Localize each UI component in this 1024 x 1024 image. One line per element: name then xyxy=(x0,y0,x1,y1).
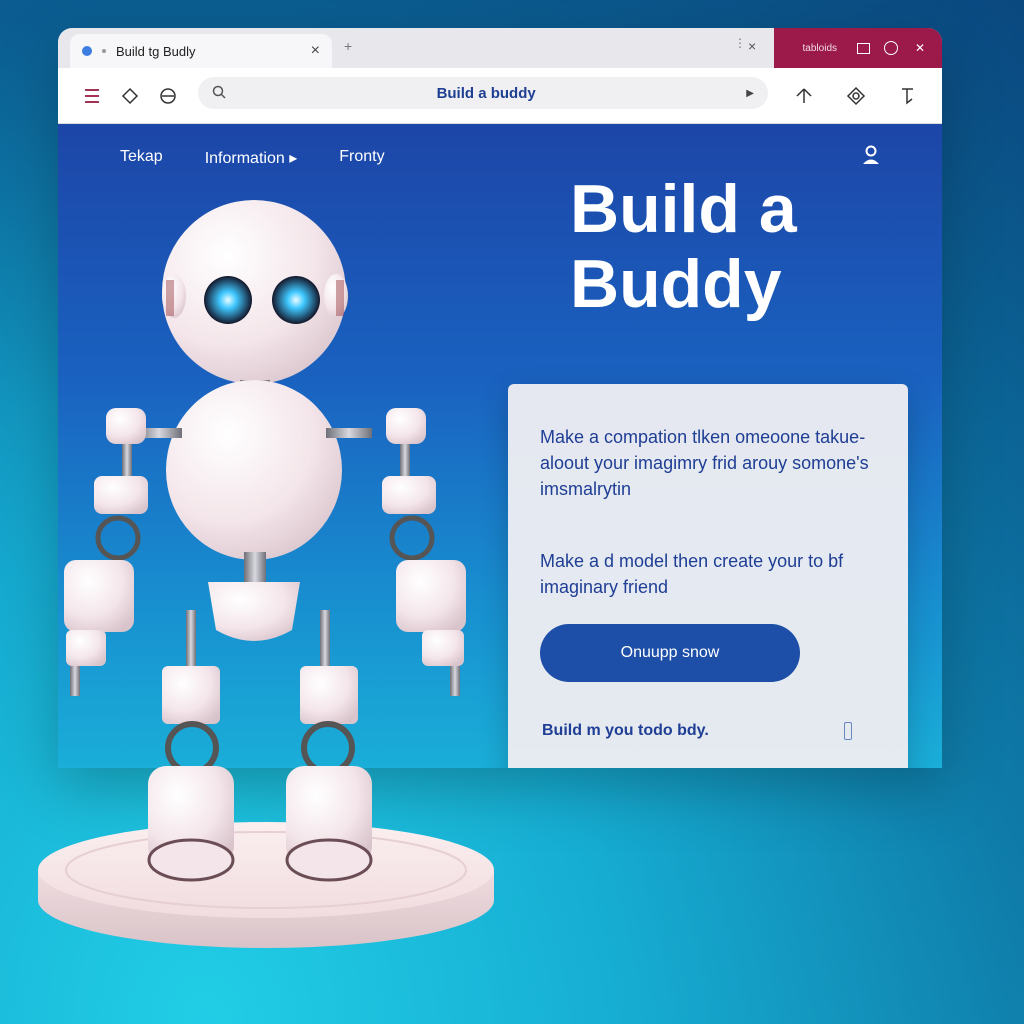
nav-item-information[interactable]: Information ▸ xyxy=(205,148,298,168)
cta-button[interactable]: Onuupp snow xyxy=(540,624,800,682)
search-icon xyxy=(212,85,226,102)
browser-toolbar: Build a buddy ▶ xyxy=(58,68,942,124)
card-footer-text: Build m you todo bdy. xyxy=(542,722,709,739)
clock-button[interactable] xyxy=(884,41,898,55)
tab-indicator-icon xyxy=(102,49,106,53)
window-title: tabloids xyxy=(802,42,837,54)
window-close-button[interactable]: ✕ xyxy=(912,40,928,56)
info-card: Make a compation tlken omeoone takue-alo… xyxy=(508,384,908,768)
hero-title: Build a Buddy xyxy=(570,172,870,322)
nav-item-tekap[interactable]: Tekap xyxy=(120,148,163,168)
settings-icon[interactable] xyxy=(844,84,868,108)
tab-close-button[interactable]: × xyxy=(311,42,320,60)
extension-icon[interactable] xyxy=(118,84,142,108)
cursor-icon[interactable] xyxy=(896,84,920,108)
browser-tab[interactable]: Build tg Budly × xyxy=(70,34,332,68)
go-icon[interactable]: ▶ xyxy=(746,88,754,99)
main-nav: Tekap Information ▸ Fronty xyxy=(120,148,385,168)
hero-title-line2: Buddy xyxy=(570,245,782,322)
address-text: Build a buddy xyxy=(436,84,536,102)
reload-icon[interactable] xyxy=(156,84,180,108)
tab-bar: Build tg Budly × + ⋮ × tabloids ✕ xyxy=(58,28,942,68)
address-bar[interactable]: Build a buddy ▶ xyxy=(198,77,768,109)
favicon-icon xyxy=(82,46,92,56)
new-tab-button[interactable]: + xyxy=(344,38,352,54)
share-icon[interactable] xyxy=(792,84,816,108)
scroll-handle[interactable] xyxy=(844,722,852,740)
card-paragraph-1: Make a compation tlken omeoone takue-alo… xyxy=(540,427,869,500)
tab-title: Build tg Budly xyxy=(116,43,196,59)
robot-illustration xyxy=(64,200,466,882)
user-icon[interactable] xyxy=(860,144,882,166)
tabbar-more-icon[interactable]: ⋮ xyxy=(734,36,746,50)
menu-icon[interactable] xyxy=(80,84,104,108)
tabbar-close-button[interactable]: × xyxy=(748,38,756,54)
hero-title-line1: Build a xyxy=(570,171,797,247)
card-paragraph-2: Make a d model then create your to bf im… xyxy=(540,551,844,598)
nav-item-fronty[interactable]: Fronty xyxy=(339,148,384,168)
window-controls: tabloids ✕ xyxy=(774,28,942,68)
maximize-button[interactable] xyxy=(857,42,870,54)
